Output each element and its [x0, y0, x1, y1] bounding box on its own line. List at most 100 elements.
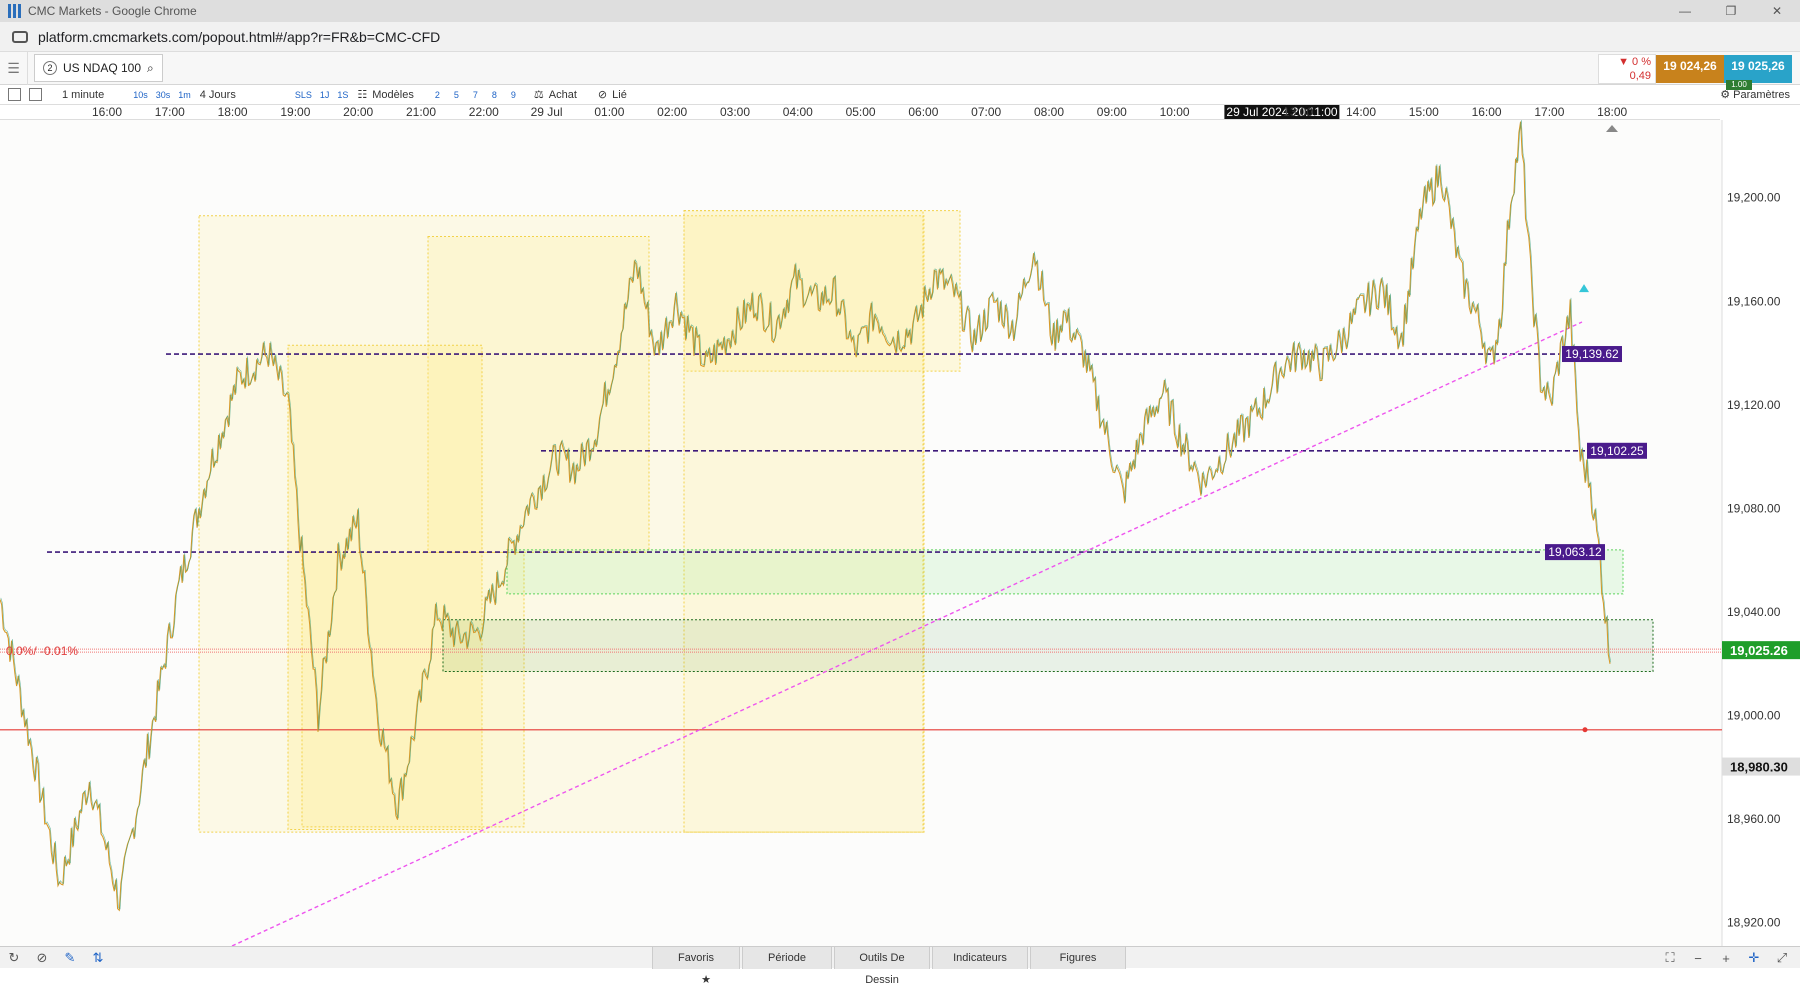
time-label: 20:00	[343, 105, 374, 119]
zoom-out-icon[interactable]: −	[1684, 951, 1712, 966]
scale-icon[interactable]: ⚖	[534, 88, 544, 101]
time-label: 08:00	[1033, 105, 1065, 119]
period-select[interactable]: 4 Jours	[200, 89, 236, 101]
crosshair-price-label: 18,980.30	[1730, 760, 1788, 775]
linked-button[interactable]: Lié	[612, 89, 627, 101]
interval-1m[interactable]: 1m	[178, 90, 191, 100]
close-icon[interactable]: ✕	[1754, 0, 1800, 22]
price-tick-label: 19,080.00	[1727, 501, 1781, 515]
crosshair-icon[interactable]: ✛	[1740, 950, 1768, 966]
time-label: 02:00	[657, 105, 688, 119]
address-bar[interactable]: platform.cmcmarkets.com/popout.html#/app…	[0, 22, 1800, 52]
zoom-in-icon[interactable]: +	[1712, 951, 1740, 966]
instrument-selector[interactable]: 2 US NDAQ 100 ⌕	[34, 54, 163, 82]
interval-select[interactable]: 1 minute	[62, 89, 104, 101]
tab-period[interactable]: Période	[742, 946, 832, 969]
period-1j[interactable]: 1J	[320, 90, 330, 100]
price-chart[interactable]: 19,139.62 19,102.25 19,063.12 0.0%/ -0.01% 1…	[0, 120, 1800, 947]
price-tick-label: 19,160.00	[1727, 294, 1781, 308]
time-label: 05:00	[845, 105, 876, 119]
templates-button[interactable]: Modèles	[372, 89, 414, 101]
price-tick-label: 19,120.00	[1727, 398, 1781, 412]
search-icon[interactable]: ⌕	[147, 61, 154, 76]
templates-icon[interactable]: ☷	[357, 88, 367, 101]
minimize-icon[interactable]: —	[1662, 0, 1708, 22]
period-1s[interactable]: 1S	[337, 90, 348, 100]
window-title: CMC Markets - Google Chrome	[28, 4, 197, 18]
expand-icon[interactable]: ⤢	[1768, 950, 1796, 966]
window-titlebar: CMC Markets - Google Chrome — ❐ ✕	[0, 0, 1800, 22]
time-label: 01:00	[594, 105, 625, 119]
current-price-label: 19,025.26	[1730, 643, 1788, 658]
gear-icon: ⚙	[1720, 89, 1734, 101]
level-label[interactable]: 19,063.12	[1548, 545, 1602, 559]
price-change: ▼ 0 % 0,49	[1598, 54, 1656, 84]
time-axis: 16:00 17:00 18:00 19:00 20:00 21:00 22:00 29 Ju…	[0, 105, 1720, 120]
support-zone-green[interactable]	[506, 549, 1624, 595]
restore-icon[interactable]: ❐	[1708, 0, 1754, 22]
instrument-toolbar: ☰ 2 US NDAQ 100 ⌕ ▼ 0 % 0,49 19 024,26 1…	[0, 51, 1800, 90]
sell-button[interactable]: 19 024,26	[1656, 55, 1724, 83]
level-label[interactable]: 19,139.62	[1565, 347, 1619, 361]
time-label: 10:00	[1159, 105, 1190, 119]
price-change-pct: ▼ 0 %	[1618, 56, 1651, 68]
buy-button[interactable]: 19 025,26	[1724, 55, 1792, 83]
chart-list-icon[interactable]	[8, 88, 21, 101]
template-2[interactable]: 2	[435, 90, 440, 100]
instrument-index: 2	[43, 61, 57, 75]
time-label: 18:00	[1597, 105, 1628, 119]
time-label: 16:00	[1471, 105, 1502, 119]
time-label: 17:00	[154, 105, 185, 119]
menu-icon[interactable]: ☰	[0, 51, 28, 85]
interval-30s[interactable]: 30s	[156, 90, 171, 100]
instrument-name: US NDAQ 100	[63, 61, 142, 75]
time-label: 29 Jul 2024 20:11:00	[1224, 105, 1340, 119]
time-label: 18:00	[217, 105, 248, 119]
bottom-toolbar: ↻ ⊘ ✎ ⇅ Favoris ★ Période Outils De Dess…	[0, 946, 1800, 986]
layout-grid-icon[interactable]	[29, 88, 42, 101]
refresh-icon[interactable]: ↻	[0, 950, 28, 966]
tab-drawing-tools[interactable]: Outils De Dessin	[834, 946, 930, 986]
fit-icon[interactable]: ⛶	[1656, 950, 1684, 966]
tab-favorites[interactable]: Favoris ★	[652, 946, 740, 986]
template-7[interactable]: 7	[473, 90, 478, 100]
price-tick-label: 19,000.00	[1727, 709, 1781, 723]
cursor-icon[interactable]: ⇅	[84, 950, 112, 966]
spread-badge: 1.00	[1726, 80, 1752, 90]
template-9[interactable]: 9	[511, 90, 516, 100]
price-tick-label: 19,200.00	[1727, 191, 1781, 205]
tab-indicators[interactable]: Indicateurs	[932, 946, 1028, 969]
time-label: 03:00	[719, 105, 751, 119]
level-label[interactable]: 19,102.25	[1590, 444, 1644, 458]
time-label: 21:00	[405, 105, 437, 119]
chart-toolbar: 1 minute 10s 30s 1m 4 Jours SLS 1J 1S ☷ …	[0, 85, 1800, 105]
time-label: 14:00	[1345, 105, 1377, 119]
interval-10s[interactable]: 10s	[133, 90, 148, 100]
buy-order-button[interactable]: Achat	[549, 89, 577, 101]
time-label: 07:00	[971, 105, 1002, 119]
settings-label: Paramètres	[1733, 89, 1790, 101]
template-8[interactable]: 8	[492, 90, 497, 100]
url-text[interactable]: platform.cmcmarkets.com/popout.html#/app…	[38, 29, 440, 45]
link-icon[interactable]: ⊘	[598, 88, 607, 101]
time-label: 29 Jul	[530, 105, 563, 119]
time-label: 19:00	[280, 105, 311, 119]
site-settings-icon[interactable]	[12, 30, 28, 43]
tab-figures[interactable]: Figures	[1030, 946, 1126, 969]
time-label: 13:00	[1283, 105, 1314, 119]
time-label: 16:00	[91, 105, 123, 119]
pencil-icon[interactable]: ✎	[56, 950, 84, 966]
zoom-controls: ⛶ − + ✛ ⤢	[1656, 947, 1796, 969]
time-label: 06:00	[908, 105, 939, 119]
block-icon[interactable]: ⊘	[28, 950, 56, 966]
time-label: 22:00	[468, 105, 499, 119]
price-panel: ▼ 0 % 0,49 19 024,26 19 025,26 1.00	[1598, 54, 1792, 90]
template-5[interactable]: 5	[454, 90, 459, 100]
window-controls: — ❐ ✕	[1662, 0, 1800, 22]
chart-svg[interactable]: 19,139.62 19,102.25 19,063.12 0.0%/ -0.01% 1…	[0, 120, 1800, 947]
tab-favorites-label: Favoris	[677, 951, 715, 964]
period-sls[interactable]: SLS	[295, 90, 312, 100]
percent-label: 0.0%/ -0.01%	[6, 644, 78, 658]
support-zone-dark-green[interactable]	[442, 619, 1654, 673]
alert-dot[interactable]	[1582, 727, 1588, 733]
